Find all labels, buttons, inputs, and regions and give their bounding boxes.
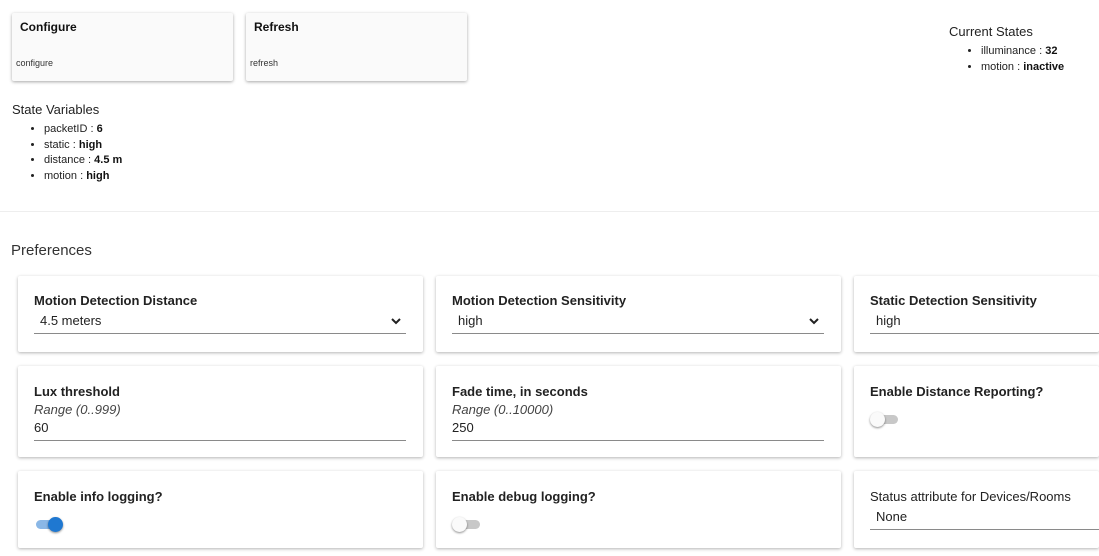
- info-logging-label: Enable info logging?: [34, 489, 163, 504]
- state-variable-item: distance : 4.5 m: [44, 153, 122, 169]
- toggle-knob: [452, 517, 467, 532]
- fade-time-label: Fade time, in seconds: [452, 384, 588, 399]
- info-logging-toggle[interactable]: [34, 515, 66, 535]
- section-divider: [0, 211, 1099, 212]
- lux-threshold-input[interactable]: 60: [34, 416, 406, 441]
- command-parameter: configure: [16, 58, 54, 68]
- state-variable-item: packetID : 6: [44, 122, 122, 138]
- refresh-command-button[interactable]: Refresh refresh: [246, 13, 467, 81]
- state-item: motion : inactive: [981, 60, 1064, 76]
- fade-time-range: Range (0..10000): [452, 402, 554, 417]
- state-variable-item: motion : high: [44, 169, 122, 185]
- motion-distance-value: 4.5 meters: [40, 313, 102, 328]
- lux-threshold-card: Lux threshold Range (0..999) 60: [18, 366, 423, 457]
- motion-sensitivity-card: Motion Detection Sensitivity high: [436, 276, 841, 352]
- distance-reporting-card: Enable Distance Reporting?: [854, 366, 1099, 457]
- lux-threshold-value: 60: [34, 420, 49, 435]
- lux-threshold-range: Range (0..999): [34, 402, 121, 417]
- motion-sensitivity-value: high: [458, 313, 483, 328]
- motion-distance-card: Motion Detection Distance 4.5 meters: [18, 276, 423, 352]
- static-sensitivity-label: Static Detection Sensitivity: [870, 293, 1037, 308]
- preferences-title: Preferences: [11, 242, 92, 259]
- motion-sensitivity-label: Motion Detection Sensitivity: [452, 293, 627, 308]
- static-sensitivity-value: high: [876, 313, 901, 328]
- fade-time-input[interactable]: 250: [452, 416, 824, 441]
- motion-sensitivity-select[interactable]: high: [452, 309, 824, 334]
- command-title: Refresh: [254, 20, 299, 34]
- current-states-title: Current States: [949, 24, 1033, 39]
- toggle-knob: [48, 517, 63, 532]
- command-parameter: refresh: [250, 58, 279, 68]
- motion-distance-select[interactable]: 4.5 meters: [34, 309, 406, 334]
- distance-reporting-label: Enable Distance Reporting?: [870, 384, 1044, 399]
- state-item: illuminance : 32: [981, 44, 1064, 60]
- current-states-list: illuminance : 32 motion : inactive: [967, 44, 1064, 75]
- info-logging-card: Enable info logging?: [18, 471, 423, 548]
- debug-logging-card: Enable debug logging?: [436, 471, 841, 548]
- configure-command-button[interactable]: Configure configure: [12, 13, 233, 81]
- motion-distance-label: Motion Detection Distance: [34, 293, 198, 308]
- chevron-down-icon: [809, 318, 819, 325]
- fade-time-card: Fade time, in seconds Range (0..10000) 2…: [436, 366, 841, 457]
- static-sensitivity-card: Static Detection Sensitivity high: [854, 276, 1099, 352]
- state-variable-item: static : high: [44, 138, 122, 154]
- status-attribute-value: None: [876, 509, 908, 524]
- debug-logging-label: Enable debug logging?: [452, 489, 596, 504]
- state-variables-title: State Variables: [12, 102, 100, 117]
- lux-threshold-label: Lux threshold: [34, 384, 120, 399]
- state-variables-list: packetID : 6 static : high distance : 4.…: [30, 122, 122, 184]
- distance-reporting-toggle[interactable]: [870, 410, 902, 430]
- status-attribute-card: Status attribute for Devices/Rooms None: [854, 471, 1099, 548]
- debug-logging-toggle[interactable]: [452, 515, 484, 535]
- status-attribute-select[interactable]: None: [870, 505, 1099, 530]
- chevron-down-icon: [391, 318, 401, 325]
- static-sensitivity-select[interactable]: high: [870, 309, 1099, 334]
- command-title: Configure: [20, 20, 77, 34]
- status-attribute-label: Status attribute for Devices/Rooms: [870, 489, 1071, 504]
- toggle-knob: [870, 412, 885, 427]
- fade-time-value: 250: [452, 420, 474, 435]
